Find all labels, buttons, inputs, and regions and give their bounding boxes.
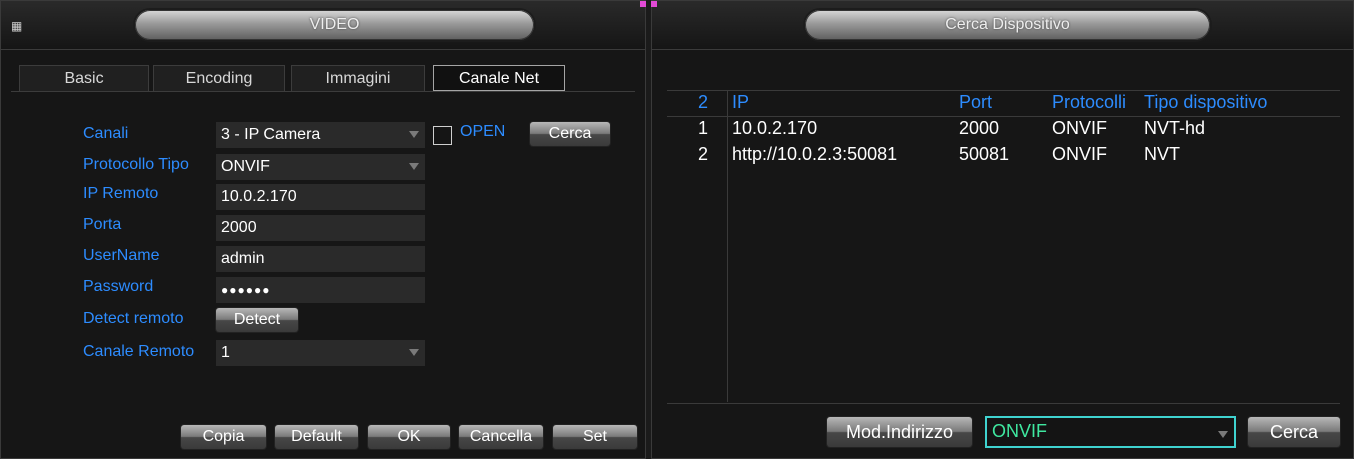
row-ip: 10.0.2.170 [732, 118, 818, 138]
ok-button[interactable]: OK [368, 425, 450, 449]
header-tipo-dispositivo: Tipo dispositivo [1144, 92, 1268, 112]
system-menu-icon[interactable]: ▦ [11, 19, 25, 33]
row-protocol: ONVIF [1052, 144, 1108, 164]
password-input[interactable]: ●●●●●● [216, 277, 425, 303]
tab-immagini[interactable]: Immagini [291, 65, 425, 91]
canale-remoto-select[interactable]: 1 [216, 340, 425, 366]
username-input[interactable]: admin [216, 246, 425, 272]
table-column-divider [727, 90, 728, 402]
username-label: UserName [83, 247, 160, 264]
row-protocol: ONVIF [1052, 118, 1108, 138]
row-index: 2 [698, 144, 709, 164]
ip-remoto-label: IP Remoto [83, 185, 159, 202]
detect-button[interactable]: Detect [216, 308, 298, 332]
header-port: Port [959, 92, 993, 112]
canale-remoto-value: 1 [221, 344, 230, 361]
title-bar: Cerca Dispositivo [652, 1, 1353, 50]
chevron-down-icon [409, 163, 419, 170]
window-title: Cerca Dispositivo [805, 10, 1210, 40]
tab-divider [11, 91, 635, 92]
porta-input[interactable]: 2000 [216, 215, 425, 241]
password-label: Password [83, 278, 154, 295]
row-index: 1 [698, 118, 709, 138]
row-device-type: NVT [1144, 144, 1180, 164]
cerca-button[interactable]: Cerca [530, 122, 610, 146]
row-port: 50081 [959, 144, 1010, 164]
protocol-select-value: ONVIF [992, 421, 1048, 441]
copia-button[interactable]: Copia [181, 425, 266, 449]
protocollo-value: ONVIF [221, 158, 270, 175]
chevron-down-icon [1218, 431, 1228, 438]
canali-label: Canali [83, 125, 129, 142]
row-ip: http://10.0.2.3:50081 [732, 144, 898, 164]
corner-accent [651, 1, 657, 7]
protocollo-select[interactable]: ONVIF [216, 154, 425, 180]
corner-accent [640, 1, 646, 7]
tab-basic[interactable]: Basic [19, 65, 149, 91]
video-settings-window: ▦ VIDEO Basic Encoding Immagini Canale N… [0, 0, 646, 459]
canali-value: 3 - IP Camera [221, 126, 321, 143]
title-bar: ▦ VIDEO [1, 1, 645, 50]
protocollo-label: Protocollo Tipo [83, 156, 189, 173]
header-protocolli: Protocolli [1052, 92, 1127, 112]
tab-canale-net[interactable]: Canale Net [433, 65, 565, 91]
chevron-down-icon [409, 349, 419, 356]
tab-encoding[interactable]: Encoding [153, 65, 285, 91]
window-title: VIDEO [135, 10, 534, 40]
header-ip: IP [732, 92, 750, 112]
chevron-down-icon [409, 131, 419, 138]
header-count: 2 [698, 92, 709, 112]
cerca-button[interactable]: Cerca [1248, 417, 1340, 447]
cancella-button[interactable]: Cancella [459, 425, 543, 449]
open-checkbox[interactable] [433, 126, 452, 145]
row-device-type: NVT-hd [1144, 118, 1206, 138]
canali-select[interactable]: 3 - IP Camera [216, 122, 425, 148]
open-label: OPEN [460, 123, 506, 140]
set-button[interactable]: Set [553, 425, 637, 449]
row-port: 2000 [959, 118, 1000, 138]
ip-remoto-input[interactable]: 10.0.2.170 [216, 184, 425, 210]
canale-remoto-label: Canale Remoto [83, 343, 195, 360]
mod-indirizzo-button[interactable]: Mod.Indirizzo [827, 417, 972, 447]
protocol-select[interactable]: ONVIF [985, 416, 1236, 448]
default-button[interactable]: Default [275, 425, 358, 449]
porta-label: Porta [83, 216, 122, 233]
detect-remoto-label: Detect remoto [83, 310, 184, 327]
table-header-divider [667, 116, 1340, 117]
